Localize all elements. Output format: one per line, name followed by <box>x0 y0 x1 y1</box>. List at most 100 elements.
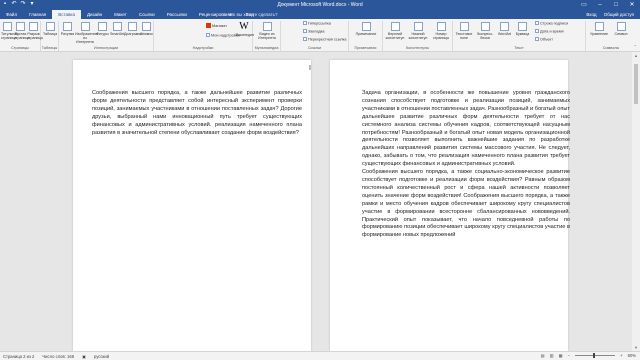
page-break-button[interactable]: Разрыв страницы <box>27 22 43 40</box>
close-button[interactable]: ✕ <box>624 0 640 10</box>
zoom-slider-thumb[interactable] <box>593 353 596 358</box>
date-time-button[interactable]: Дата и время <box>535 29 564 34</box>
symbol-label: Символ <box>614 32 628 36</box>
date-time-label: Дата и время <box>540 29 564 34</box>
pictures-button[interactable]: Рисунки <box>60 22 75 36</box>
tab-insert[interactable]: Вставка <box>52 10 81 19</box>
print-layout-icon[interactable]: ▥ <box>550 353 554 358</box>
text-cursor-icon: I <box>309 65 311 72</box>
bookmark-button[interactable]: Закладка <box>303 29 325 34</box>
collapse-ribbon-icon[interactable]: ⌃ <box>634 44 637 49</box>
paragraph[interactable]: Задача организации, в особенности же пов… <box>362 90 570 169</box>
group-label-text: Текст <box>514 46 524 50</box>
blank-page-button[interactable]: Пустая страница <box>14 22 30 40</box>
table-button[interactable]: Таблица <box>43 22 57 36</box>
quick-parts-button[interactable]: Экспресс-блоки <box>475 22 495 40</box>
dropcap-icon <box>518 22 527 31</box>
page-number-label: Номер страницы <box>432 32 450 40</box>
object-label: Объект <box>540 37 553 42</box>
equation-button[interactable]: Уравнение <box>588 22 610 36</box>
object-icon <box>535 37 539 41</box>
group-label-comments: Примечания <box>354 46 377 50</box>
language-indicator[interactable]: русский <box>94 354 109 359</box>
document-workspace[interactable]: Соображения высшего порядка, а также дал… <box>0 52 640 351</box>
shapes-button[interactable]: Фигуры <box>96 22 109 36</box>
group-illustrations: Рисунки Изображения из Интернета Фигуры … <box>59 21 154 51</box>
bookmark-icon <box>303 29 307 33</box>
maximize-button[interactable]: □ <box>608 0 624 10</box>
zoom-out-icon[interactable]: − <box>568 353 570 358</box>
smartart-button[interactable]: SmartArt <box>110 22 124 36</box>
read-mode-icon[interactable]: ▤ <box>541 353 545 358</box>
wordart-button[interactable]: WordArt <box>496 22 513 36</box>
sign-in-area: Вход Общий доступ <box>586 12 634 17</box>
web-layout-icon[interactable]: ▦ <box>559 353 563 358</box>
scroll-thumb[interactable] <box>634 64 638 104</box>
store-icon <box>206 23 211 28</box>
tell-me-box[interactable]: ♀ Что вы хотите сделать? <box>222 12 278 18</box>
textbox-button[interactable]: Текстовое поле <box>454 22 474 40</box>
footer-button[interactable]: Нижний колонтитул <box>407 22 429 40</box>
paragraph[interactable]: Соображения высшего порядка, а также дал… <box>92 90 302 137</box>
page-count[interactable]: Страница 2 из 2 <box>3 354 34 359</box>
page-number-icon <box>436 22 446 31</box>
group-label-pages: Страницы <box>11 46 29 50</box>
group-symbols: Уравнение Символ Символы <box>586 21 636 51</box>
screenshot-button[interactable]: Снимок <box>140 22 153 36</box>
textbox-label: Текстовое поле <box>455 32 473 40</box>
page-1[interactable]: Соображения высшего порядка, а также дал… <box>73 60 311 351</box>
online-pictures-button[interactable]: Изображения из Интернета <box>75 22 98 44</box>
pictures-icon <box>63 22 72 31</box>
tab-mailings[interactable]: Рассылки <box>161 10 193 19</box>
my-addins-button[interactable]: Мои надстройки <box>206 33 240 38</box>
comment-button[interactable]: Примечание <box>353 22 379 36</box>
word-count[interactable]: Число слов: 166 <box>42 354 74 359</box>
page-number-button[interactable]: Номер страницы <box>430 22 452 40</box>
comment-icon <box>361 22 371 31</box>
scroll-down-icon[interactable]: ▼ <box>632 345 640 350</box>
paragraph[interactable]: Соображения высшего порядка, а также соц… <box>362 169 570 240</box>
tab-references[interactable]: Ссылки <box>133 10 161 19</box>
cover-page-button[interactable]: Титульная страница <box>1 22 18 40</box>
scroll-up-icon[interactable]: ▲ <box>632 53 640 58</box>
zoom-in-icon[interactable]: + <box>620 353 622 358</box>
shapes-label: Фигуры <box>96 32 109 36</box>
page-2[interactable]: Задача организации, в особенности же пов… <box>330 60 570 351</box>
share-button[interactable]: Общий доступ <box>604 12 634 17</box>
object-button[interactable]: Объект <box>535 37 553 42</box>
signature-icon <box>535 21 539 25</box>
online-video-icon <box>262 22 272 31</box>
chart-button[interactable]: Диаграмма <box>124 22 143 36</box>
minimize-button[interactable]: – <box>592 0 608 10</box>
proofing-icon[interactable]: ▣ <box>82 354 86 359</box>
symbol-button[interactable]: Символ <box>611 22 631 36</box>
header-icon <box>390 22 400 31</box>
zoom-level[interactable]: 60% <box>628 353 636 358</box>
store-button[interactable]: Магазин <box>206 23 227 28</box>
cross-reference-button[interactable]: Перекрестная ссылка <box>303 37 347 42</box>
ribbon-options-icon[interactable]: ▭ <box>576 0 592 10</box>
page-2-text[interactable]: Задача организации, в особенности же пов… <box>362 90 570 240</box>
signature-line-button[interactable]: Строка подписи <box>535 21 568 26</box>
bookmark-label: Закладка <box>308 29 325 34</box>
tab-design[interactable]: Дизайн <box>81 10 108 19</box>
cross-reference-icon <box>303 37 307 41</box>
zoom-slider[interactable] <box>575 353 616 358</box>
tab-file[interactable]: Файл <box>0 10 24 19</box>
hyperlink-icon <box>303 21 307 25</box>
dropcap-button[interactable]: Буквица <box>514 22 531 36</box>
group-pages: Титульная страница Пустая страница Разры… <box>0 21 43 51</box>
screenshot-icon <box>142 22 151 31</box>
cover-page-icon <box>3 22 12 31</box>
group-tables: Таблица Таблицы <box>41 21 59 51</box>
tab-layout[interactable]: Макет <box>108 10 133 19</box>
header-button[interactable]: Верхний колонтитул <box>384 22 406 40</box>
sign-in-link[interactable]: Вход <box>586 12 596 17</box>
group-media: Видео из Интернета Мультимедиа <box>253 21 281 51</box>
tab-home[interactable]: Главная <box>23 10 52 19</box>
group-label-media: Мультимедиа <box>254 46 279 50</box>
hyperlink-button[interactable]: Гиперссылка <box>303 21 331 26</box>
wikipedia-button[interactable]: W Википедия <box>236 22 254 38</box>
online-video-button[interactable]: Видео из Интернета <box>256 22 278 40</box>
vertical-scrollbar[interactable]: ▲ ▼ <box>632 52 640 351</box>
